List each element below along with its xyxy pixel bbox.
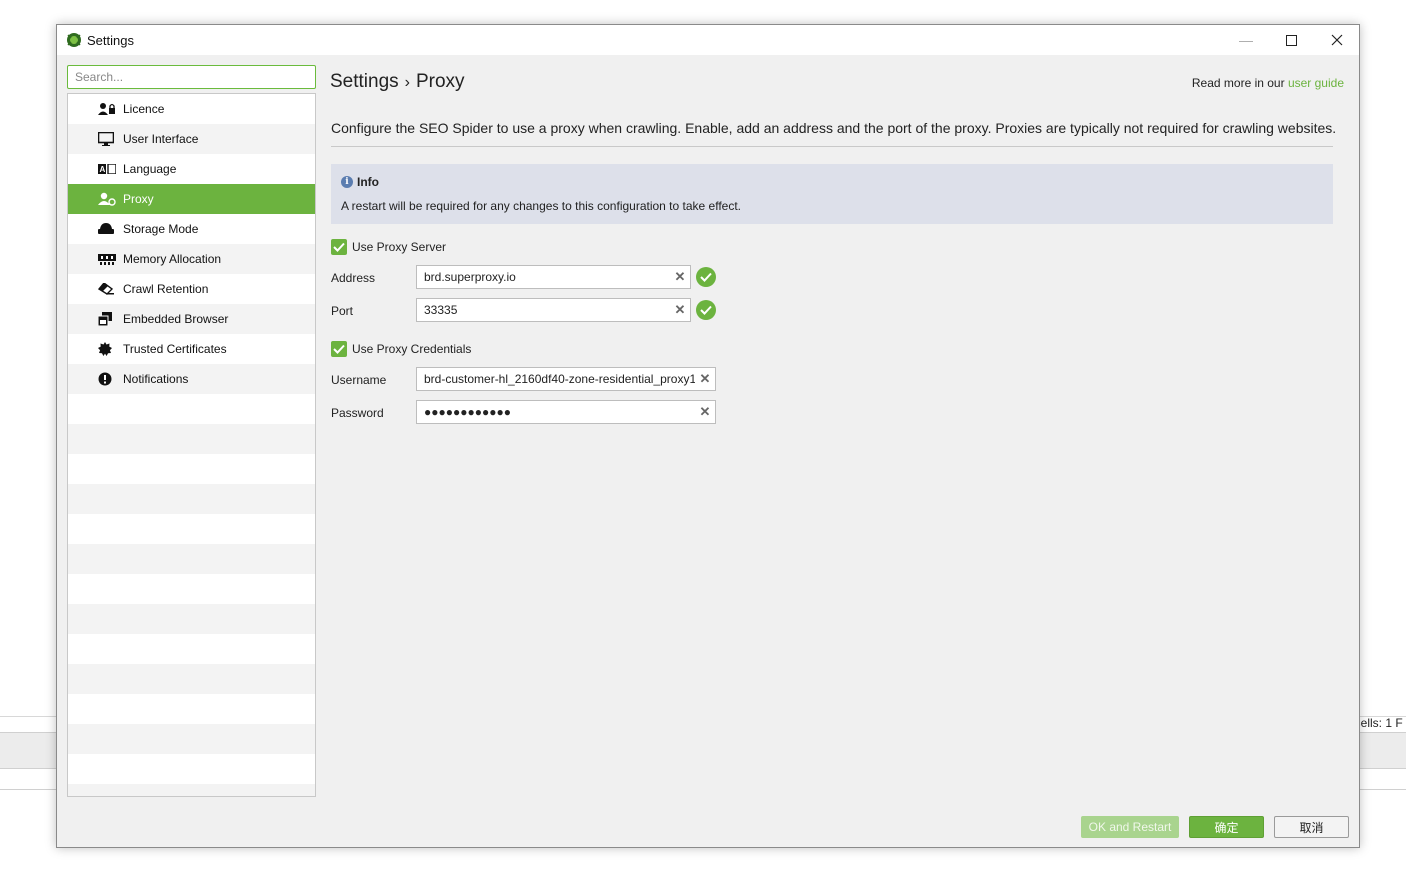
sidebar-item-label: Trusted Certificates xyxy=(123,342,227,356)
licence-icon xyxy=(98,101,118,117)
close-icon xyxy=(1331,34,1343,46)
divider xyxy=(331,146,1333,147)
sidebar-item-label: Proxy xyxy=(123,192,154,206)
port-value[interactable]: 33335 xyxy=(417,303,670,317)
empty-row xyxy=(68,664,315,694)
window-title: Settings xyxy=(87,33,134,48)
settings-dialog: Settings — Licence User Interface A xyxy=(56,24,1360,848)
ok-and-restart-button[interactable]: OK and Restart xyxy=(1081,816,1179,838)
info-box: i Info A restart will be required for an… xyxy=(331,164,1333,224)
page-description: Configure the SEO Spider to use a proxy … xyxy=(331,120,1337,136)
read-more-text: Read more in our xyxy=(1191,76,1285,90)
sidebar-item-storage-mode[interactable]: Storage Mode xyxy=(68,214,315,244)
monitor-icon xyxy=(98,131,118,147)
password-value[interactable]: ●●●●●●●●●●●● xyxy=(417,405,695,419)
clear-icon[interactable]: ✕ xyxy=(695,371,715,387)
proxy-user-icon xyxy=(98,191,118,207)
breadcrumb: Settings › Proxy xyxy=(330,71,465,93)
username-value[interactable]: brd-customer-hl_2160df40-zone-residentia… xyxy=(417,372,695,386)
password-field[interactable]: ●●●●●●●●●●●● ✕ xyxy=(416,400,716,424)
empty-row xyxy=(68,424,315,454)
sidebar-item-label: Memory Allocation xyxy=(123,252,222,266)
ok-button[interactable]: 确定 xyxy=(1189,816,1264,838)
sidebar-item-label: User Interface xyxy=(123,132,199,146)
sidebar-item-memory-allocation[interactable]: Memory Allocation xyxy=(68,244,315,274)
valid-check-icon xyxy=(696,267,716,287)
memory-icon xyxy=(98,251,118,267)
empty-row xyxy=(68,514,315,544)
empty-row xyxy=(68,694,315,724)
sidebar-item-notifications[interactable]: Notifications xyxy=(68,364,315,394)
use-proxy-server-checkbox[interactable]: Use Proxy Server xyxy=(331,239,446,255)
username-field[interactable]: brd-customer-hl_2160df40-zone-residentia… xyxy=(416,367,716,391)
browser-icon xyxy=(98,311,118,327)
address-field[interactable]: brd.superproxy.io ✕ xyxy=(416,265,691,289)
info-title: i Info xyxy=(341,175,379,189)
use-proxy-server-label: Use Proxy Server xyxy=(352,240,447,254)
info-text: A restart will be required for any chang… xyxy=(341,199,742,213)
settings-search[interactable] xyxy=(67,65,316,89)
empty-row xyxy=(68,724,315,754)
maximize-icon xyxy=(1285,34,1297,46)
clear-icon[interactable]: ✕ xyxy=(670,269,690,285)
sidebar-item-label: Crawl Retention xyxy=(123,282,209,296)
certificate-icon xyxy=(98,341,118,357)
address-label: Address xyxy=(331,271,376,285)
sidebar-item-label: Licence xyxy=(123,102,165,116)
sidebar-item-label: Language xyxy=(123,162,177,176)
user-guide-link[interactable]: user guide xyxy=(1288,76,1344,90)
close-button[interactable] xyxy=(1314,25,1360,55)
sidebar-item-user-interface[interactable]: User Interface xyxy=(68,124,315,154)
sidebar-item-label: Notifications xyxy=(123,372,189,386)
use-proxy-credentials-checkbox[interactable]: Use Proxy Credentials xyxy=(331,341,471,357)
language-icon: A xyxy=(98,161,118,177)
sidebar-item-trusted-certificates[interactable]: Trusted Certificates xyxy=(68,334,315,364)
sidebar-item-crawl-retention[interactable]: Crawl Retention xyxy=(68,274,315,304)
clear-icon[interactable]: ✕ xyxy=(695,404,715,420)
empty-row xyxy=(68,784,315,796)
title-bar[interactable]: Settings — xyxy=(57,25,1359,55)
checkmark-icon[interactable] xyxy=(331,341,347,357)
sidebar-item-label: Storage Mode xyxy=(123,222,199,236)
breadcrumb-current: Proxy xyxy=(415,71,465,92)
empty-row xyxy=(68,754,315,784)
port-field[interactable]: 33335 ✕ xyxy=(416,298,691,322)
info-icon: i xyxy=(341,176,353,188)
username-label: Username xyxy=(331,373,387,387)
sidebar-item-embedded-browser[interactable]: Embedded Browser xyxy=(68,304,315,334)
svg-text:A: A xyxy=(100,165,106,174)
empty-row xyxy=(68,544,315,574)
sidebar-item-proxy[interactable]: Proxy xyxy=(68,184,315,214)
empty-row xyxy=(68,484,315,514)
empty-row xyxy=(68,634,315,664)
settings-nav-list: Licence User Interface A Language Proxy … xyxy=(67,93,316,797)
storage-icon xyxy=(98,221,118,237)
valid-check-icon xyxy=(696,300,716,320)
sidebar-item-licence[interactable]: Licence xyxy=(68,94,315,124)
info-title-text: Info xyxy=(357,175,379,189)
password-label: Password xyxy=(331,406,384,420)
notification-icon xyxy=(98,371,118,387)
breadcrumb-separator: › xyxy=(404,74,410,91)
sidebar-item-label: Embedded Browser xyxy=(123,312,229,326)
empty-row xyxy=(68,394,315,424)
empty-row xyxy=(68,454,315,484)
spider-app-icon xyxy=(66,32,82,48)
eraser-icon xyxy=(98,281,118,297)
checkmark-icon[interactable] xyxy=(331,239,347,255)
clear-icon[interactable]: ✕ xyxy=(670,302,690,318)
cancel-button[interactable]: 取消 xyxy=(1274,816,1349,838)
empty-row xyxy=(68,604,315,634)
sidebar-item-language[interactable]: A Language xyxy=(68,154,315,184)
empty-row xyxy=(68,574,315,604)
breadcrumb-root[interactable]: Settings xyxy=(330,71,399,92)
use-proxy-credentials-label: Use Proxy Credentials xyxy=(352,342,472,356)
read-more: Read more in our user guide xyxy=(1192,76,1344,90)
maximize-button[interactable] xyxy=(1268,25,1314,55)
port-label: Port xyxy=(331,304,354,318)
search-input[interactable] xyxy=(68,66,315,88)
minimize-button[interactable]: — xyxy=(1223,25,1269,55)
address-value[interactable]: brd.superproxy.io xyxy=(417,270,670,284)
